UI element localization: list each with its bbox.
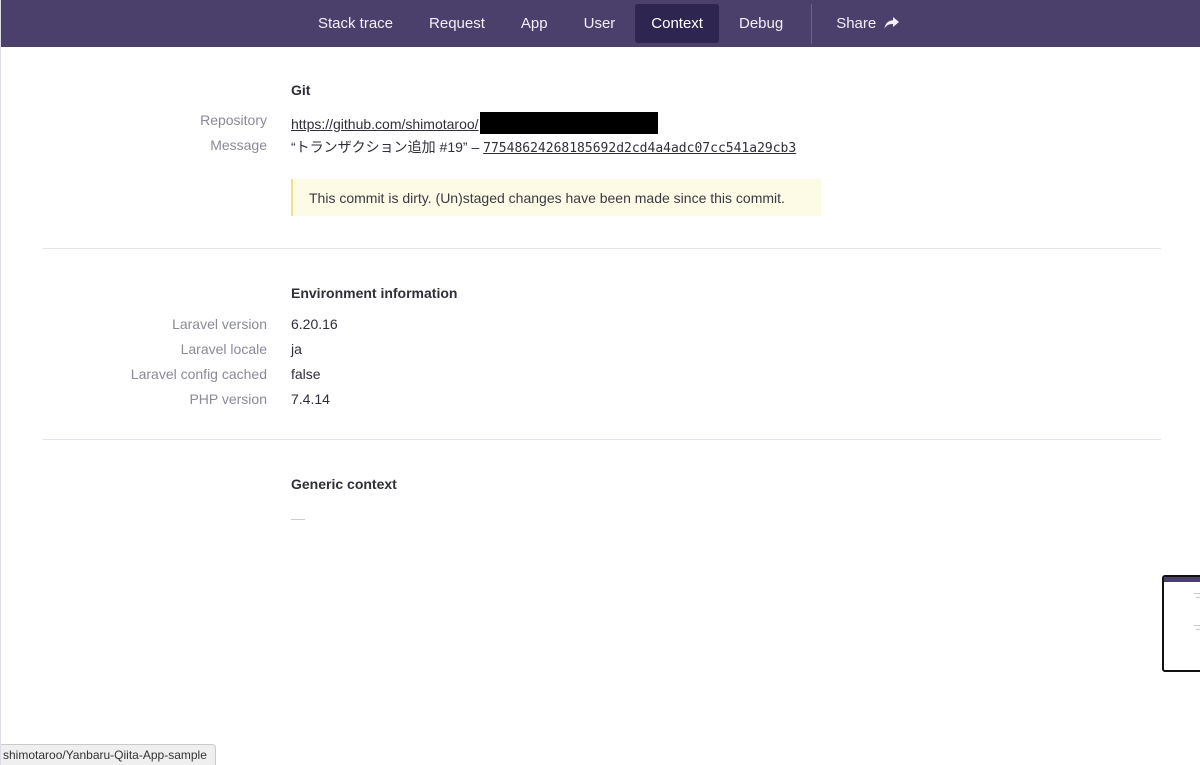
- message-row: Message “トランザクション追加 #19” – 7754862426818…: [1, 137, 1200, 157]
- env-row: PHP version 7.4.14: [1, 391, 1200, 411]
- repository-row: Repository https://github.com/shimotaroo…: [1, 112, 1200, 134]
- share-button[interactable]: Share: [820, 4, 915, 43]
- commit-hash-link[interactable]: 77548624268185692d2cd4a4adc07cc541a29cb3: [483, 141, 796, 156]
- redacted-block: [479, 112, 658, 134]
- tab-request[interactable]: Request: [413, 4, 501, 43]
- env-row: Laravel version 6.20.16: [1, 316, 1200, 336]
- thumbnail-line: [1196, 597, 1200, 598]
- thumbnail-line: [1196, 629, 1200, 630]
- repository-link[interactable]: https://github.com/shimotaroo/: [291, 116, 479, 132]
- commit-message: “トランザクション追加 #19” –: [291, 139, 484, 155]
- message-value: “トランザクション追加 #19” – 77548624268185692d2cd…: [291, 137, 796, 157]
- env-label: Laravel version: [172, 316, 267, 332]
- top-navigation: Stack trace Request App User Context Deb…: [1, 0, 1200, 47]
- thumbnail-line: [1194, 625, 1200, 626]
- repository-value: https://github.com/shimotaroo/: [291, 112, 658, 134]
- repository-label: Repository: [200, 112, 267, 128]
- nav-separator: [811, 3, 813, 44]
- tab-user[interactable]: User: [568, 4, 632, 43]
- status-url: shimotaroo/Yanbaru-Qiita-App-sample: [3, 748, 207, 762]
- share-arrow-icon: [884, 17, 900, 29]
- tab-stack-trace[interactable]: Stack trace: [302, 4, 409, 43]
- empty-value: —: [291, 510, 305, 526]
- thumbnail-line: [1194, 593, 1200, 594]
- notice-text: This commit is dirty. (Un)staged changes…: [309, 189, 785, 206]
- env-label: Laravel config cached: [130, 366, 267, 382]
- env-row: Laravel locale ja: [1, 341, 1200, 361]
- thumbnail-header: [1164, 577, 1200, 582]
- tab-debug[interactable]: Debug: [723, 4, 799, 43]
- dirty-commit-notice: This commit is dirty. (Un)staged changes…: [291, 179, 821, 216]
- git-section-title: Git: [291, 82, 311, 98]
- tab-context[interactable]: Context: [635, 4, 719, 43]
- page: Stack trace Request App User Context Deb…: [0, 0, 1200, 765]
- env-row: Laravel config cached false: [1, 366, 1200, 386]
- message-label: Message: [210, 137, 267, 153]
- section-divider: [43, 248, 1161, 249]
- section-divider: [43, 439, 1161, 440]
- env-value: 7.4.14: [291, 391, 330, 407]
- page-thumbnail[interactable]: [1162, 575, 1200, 672]
- env-value: ja: [291, 341, 302, 357]
- nav-tabs: Stack trace Request App User Context Deb…: [302, 0, 915, 47]
- env-value: 6.20.16: [291, 316, 338, 332]
- tab-app[interactable]: App: [505, 4, 564, 43]
- env-label: PHP version: [189, 391, 267, 407]
- env-label: Laravel locale: [180, 341, 267, 357]
- environment-section-title: Environment information: [291, 285, 458, 301]
- status-bar: shimotaroo/Yanbaru-Qiita-App-sample: [1, 744, 216, 765]
- share-label: Share: [836, 15, 877, 32]
- generic-section-title: Generic context: [291, 476, 397, 492]
- env-value: false: [291, 366, 321, 382]
